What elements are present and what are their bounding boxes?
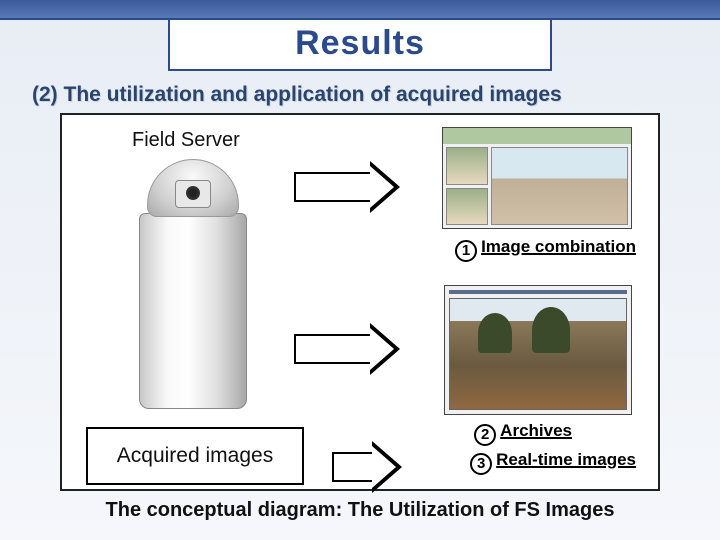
image-combination-thumbnail: [442, 127, 632, 229]
archive-photo: [449, 298, 627, 410]
circled-number-icon: 1: [455, 240, 477, 262]
caption-text: Archives: [500, 421, 572, 440]
circled-number-icon: 2: [474, 424, 496, 446]
arrow-icon: [294, 161, 400, 213]
diagram-frame: Field Server 1Image combination 2Archive…: [60, 113, 660, 491]
caption-text: Image combination: [481, 237, 636, 256]
diagram-caption: The conceptual diagram: The Utilization …: [0, 499, 720, 522]
archive-thumbnail: [444, 285, 632, 415]
combo-header-strip: [443, 128, 631, 144]
server-cylinder-icon: [139, 213, 247, 409]
field-server-label: Field Server: [132, 129, 240, 152]
caption-text: Real-time images: [496, 450, 636, 469]
caption-archives: 2Archives: [474, 421, 572, 446]
caption-realtime-images: 3Real-time images: [470, 450, 636, 475]
arrow-icon: [332, 441, 402, 493]
arrow-icon: [294, 323, 400, 375]
combo-small-thumb: [446, 147, 488, 185]
acquired-images-label: Acquired images: [117, 444, 273, 468]
combo-panorama-thumb: [491, 147, 628, 225]
top-accent-bar: [0, 0, 720, 20]
page-title: Results: [180, 24, 540, 63]
combo-small-thumb: [446, 188, 488, 226]
title-container: Results: [168, 20, 552, 71]
camera-dome-icon: [147, 159, 239, 217]
caption-image-combination: 1Image combination: [455, 237, 636, 262]
circled-number-icon: 3: [470, 453, 492, 475]
field-server-image: [130, 159, 256, 413]
section-subtitle: (2) The utilization and application of a…: [32, 83, 688, 107]
acquired-images-box: Acquired images: [86, 427, 304, 485]
